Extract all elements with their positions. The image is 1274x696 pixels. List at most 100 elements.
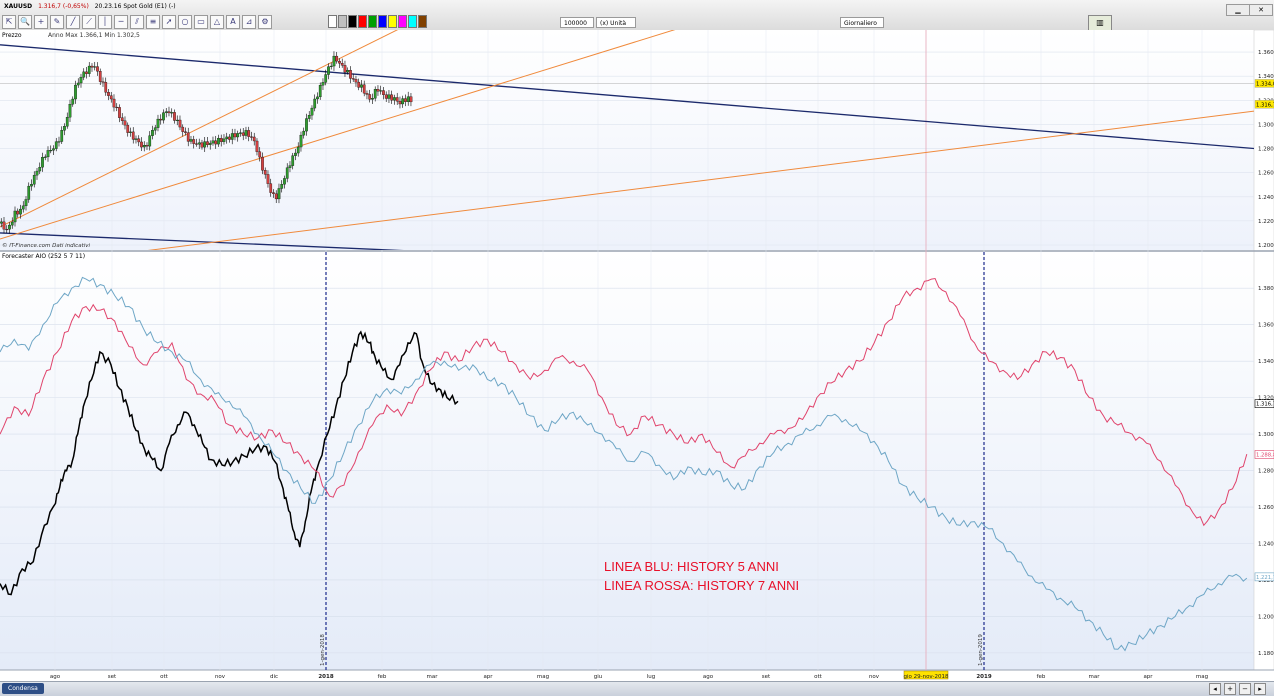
series-value-label: 1.316,7 — [1256, 402, 1274, 408]
candle-down — [409, 96, 413, 103]
magnifier-icon[interactable]: 🔍 — [18, 15, 32, 29]
color-swatch-3[interactable] — [358, 15, 367, 28]
candle-up — [294, 152, 297, 156]
candle-down — [206, 141, 209, 145]
settings-icon[interactable]: ⚙ — [258, 15, 272, 29]
x-tick-label: gio 29-nov-2018 — [903, 674, 949, 680]
price-tick-label: 1.360 — [1258, 50, 1274, 56]
current-price-label: 1.316,7 — [1256, 102, 1274, 108]
candle-up — [318, 85, 322, 98]
scroll-right-icon[interactable]: ▸ — [1254, 683, 1266, 695]
candle-up — [236, 133, 240, 138]
candle-down — [261, 156, 264, 171]
unit-select[interactable]: (x) Unità — [596, 17, 636, 28]
candle-up — [32, 174, 36, 185]
candle-up — [305, 118, 308, 132]
price-tick-label: 1.200 — [1258, 243, 1274, 249]
channel-icon[interactable]: ⫽ — [130, 15, 144, 29]
zoom-in-icon[interactable]: + — [1224, 683, 1236, 695]
text-icon[interactable]: A — [226, 15, 240, 29]
rectangle-icon[interactable]: ▭ — [194, 15, 208, 29]
price-change: 1.316,7 (-0,65%) — [38, 3, 89, 10]
candle-up — [151, 130, 154, 136]
candle-down — [404, 98, 407, 102]
color-swatch-6[interactable] — [388, 15, 397, 28]
candle-down — [159, 118, 163, 121]
candle-up — [142, 145, 146, 148]
symbol-label[interactable]: XAUUSD — [4, 3, 32, 10]
color-swatch-2[interactable] — [348, 15, 357, 28]
candle-down — [228, 136, 231, 140]
candle-up — [52, 148, 55, 151]
year-marker-label: 1-gen-2019 — [978, 634, 984, 666]
pencil-icon[interactable]: ✎ — [50, 15, 64, 29]
color-swatch-1[interactable] — [338, 15, 347, 28]
condensa-button[interactable]: Condensa — [2, 683, 44, 694]
candle-down — [395, 97, 399, 102]
candle-down — [263, 170, 267, 175]
line-icon[interactable]: ╱ — [66, 15, 80, 29]
triangle-icon[interactable]: △ — [210, 15, 224, 29]
color-swatch-4[interactable] — [368, 15, 377, 28]
candle-up — [401, 98, 405, 105]
candle-up — [197, 142, 201, 145]
quantity-input[interactable]: 100000 — [560, 17, 594, 28]
trendline-icon[interactable]: ⟋ — [82, 15, 96, 29]
cursor-icon[interactable]: ⇱ — [2, 15, 16, 29]
series-value-label: 1.288,8 — [1256, 453, 1274, 459]
candle-down — [368, 94, 372, 100]
candle-up — [244, 130, 248, 136]
period-select[interactable]: Giornaliero — [840, 17, 884, 28]
candle-up — [27, 185, 31, 200]
x-tick-label: mar — [1089, 674, 1101, 680]
horizontal-line-icon[interactable]: ─ — [114, 15, 128, 29]
circle-icon[interactable]: ○ — [178, 15, 192, 29]
chart-type-button[interactable]: ▥ — [1088, 15, 1112, 31]
candle-up — [129, 131, 132, 133]
color-swatch-8[interactable] — [408, 15, 417, 28]
candle-down — [252, 136, 256, 142]
x-tick-label: apr — [483, 674, 493, 680]
close-button[interactable]: ✕ — [1249, 4, 1273, 16]
candle-up — [327, 66, 330, 75]
forecast-tick-label: 1.340 — [1258, 359, 1274, 365]
chart-area[interactable]: Prezzo Anno Max 1.366,1 Min 1.302,5 © IT… — [0, 30, 1274, 681]
candle-up — [35, 170, 39, 176]
candle-down — [145, 145, 149, 147]
candle-down — [186, 132, 190, 142]
crosshair-icon[interactable]: + — [34, 15, 48, 29]
scroll-left-icon[interactable]: ◂ — [1209, 683, 1221, 695]
candle-up — [239, 132, 242, 134]
candle-up — [393, 97, 396, 101]
candle-up — [329, 65, 333, 67]
zoom-out-icon[interactable]: − — [1239, 683, 1251, 695]
x-tick-label: mag — [537, 674, 549, 680]
price-tick-label: 1.220 — [1258, 219, 1274, 225]
price-tick-label: 1.280 — [1258, 147, 1274, 153]
candle-down — [274, 193, 278, 200]
candle-up — [373, 89, 377, 99]
color-swatch-9[interactable] — [418, 15, 427, 28]
candle-up — [310, 107, 314, 116]
symbol-info: XAUUSD 1.316,7 (-0,65%) 20.23.16 Spot Go… — [0, 0, 176, 13]
vertical-line-icon[interactable]: │ — [98, 15, 112, 29]
zoom-controls: ◂ + − ▸ — [1209, 683, 1266, 695]
arrow-icon[interactable]: ➚ — [162, 15, 176, 29]
fan-icon[interactable]: ⊿ — [242, 15, 256, 29]
candle-down — [178, 119, 182, 128]
x-tick-label: giu — [594, 674, 603, 680]
candle-down — [195, 143, 198, 145]
candle-down — [109, 95, 113, 100]
x-tick-label: feb — [378, 674, 387, 680]
price-tick-label: 1.300 — [1258, 122, 1274, 128]
candle-down — [269, 183, 273, 193]
fibonacci-icon[interactable]: ≡ — [146, 15, 160, 29]
minimize-button[interactable]: ▁ — [1226, 4, 1250, 16]
color-swatch-7[interactable] — [398, 15, 407, 28]
candle-up — [296, 146, 300, 154]
candle-down — [258, 151, 262, 158]
color-swatch-5[interactable] — [378, 15, 387, 28]
candle-up — [387, 94, 391, 99]
forecast-tick-label: 1.180 — [1258, 651, 1274, 657]
color-swatch-0[interactable] — [328, 15, 337, 28]
